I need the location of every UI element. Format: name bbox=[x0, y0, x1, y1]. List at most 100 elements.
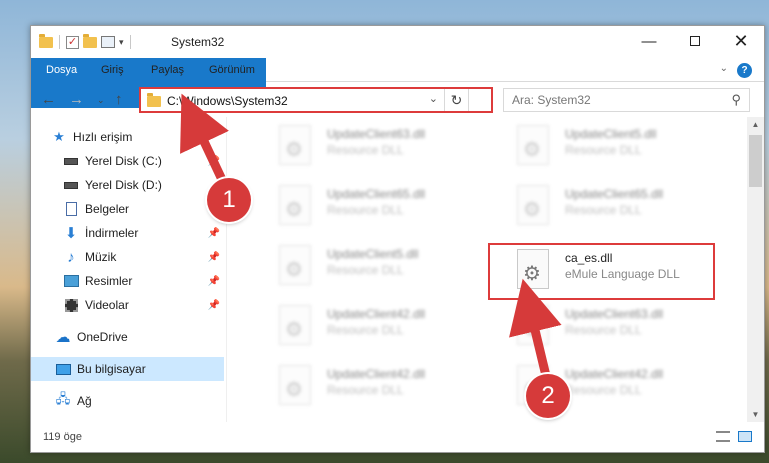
file-explorer-window: ✓ ▾ System32 — ✕ Dosya Giriş Paylaş Görü… bbox=[30, 25, 765, 453]
dll-file-icon: ⚙ bbox=[279, 365, 311, 405]
file-name: UpdateClient5.dll bbox=[327, 247, 419, 261]
close-icon: ✕ bbox=[733, 30, 749, 51]
qat-separator-2 bbox=[129, 35, 131, 49]
dll-file-icon: ⚙ bbox=[279, 125, 311, 165]
dll-file-icon: ⚙ bbox=[517, 305, 549, 345]
sidebar-item-downloads[interactable]: ⬇ İndirmeler 📌 bbox=[63, 221, 224, 245]
qat-separator bbox=[59, 35, 60, 49]
scroll-thumb[interactable] bbox=[749, 135, 762, 187]
pin-icon[interactable]: 📌 bbox=[208, 252, 220, 263]
sidebar-item-music[interactable]: ♪ Müzik 📌 bbox=[63, 245, 224, 269]
navigation-bar: ← → ⌄ ↑ C:\Windows\System32 ⌄ ↻ ⚲ bbox=[31, 83, 764, 117]
sidebar-item-onedrive[interactable]: ☁ OneDrive bbox=[55, 325, 224, 349]
title-bar: ✓ ▾ System32 — ✕ bbox=[31, 26, 764, 58]
file-name: UpdateClient42.dll bbox=[327, 367, 426, 381]
up-arrow-icon[interactable]: ↑ bbox=[115, 91, 123, 108]
details-view-icon[interactable] bbox=[716, 431, 730, 442]
navigation-pane: ★ Hızlı erişim Yerel Disk (C:) 📌 Yerel D… bbox=[31, 117, 226, 423]
file-type: Resource DLL bbox=[565, 323, 642, 337]
sidebar-item-this-pc[interactable]: Bu bilgisayar bbox=[31, 357, 224, 381]
search-input[interactable] bbox=[512, 90, 712, 110]
file-name: UpdateClient63.dll bbox=[565, 307, 664, 321]
address-highlight-box bbox=[139, 87, 493, 113]
music-icon: ♪ bbox=[67, 248, 75, 266]
file-name: UpdateClient63.dll bbox=[327, 127, 426, 141]
sidebar-item-disk-d[interactable]: Yerel Disk (D:) bbox=[63, 173, 224, 197]
dll-file-icon: ⚙ bbox=[517, 125, 549, 165]
computer-icon bbox=[55, 362, 71, 376]
vertical-scrollbar[interactable]: ▲ ▼ bbox=[747, 117, 764, 423]
large-icons-view-icon[interactable] bbox=[738, 431, 752, 442]
file-type: Resource DLL bbox=[327, 263, 404, 277]
minimize-icon: — bbox=[641, 32, 657, 50]
dll-file-icon: ⚙ bbox=[279, 305, 311, 345]
sidebar-item-videos[interactable]: Videolar 📌 bbox=[63, 293, 224, 317]
file-item[interactable]: ⚙ UpdateClient5.dll Resource DLL bbox=[257, 239, 492, 289]
file-item[interactable]: ⚙ UpdateClient65.dll Resource DLL bbox=[495, 179, 730, 229]
sidebar-item-label: Hızlı erişim bbox=[73, 130, 133, 144]
file-item[interactable]: ⚙ UpdateClient42.dll Resource DLL bbox=[257, 359, 492, 409]
videos-icon bbox=[63, 298, 79, 312]
file-type: Resource DLL bbox=[565, 203, 642, 217]
sidebar-item-label: Müzik bbox=[85, 250, 117, 264]
new-folder-icon[interactable] bbox=[83, 33, 97, 48]
qat-dropdown-icon[interactable]: ▾ bbox=[119, 37, 124, 48]
pin-icon[interactable]: 📌 bbox=[208, 300, 220, 311]
pin-icon[interactable]: 📌 bbox=[208, 228, 220, 239]
documents-icon bbox=[63, 202, 79, 216]
step-1-badge: 1 bbox=[207, 178, 251, 222]
sidebar-item-disk-c[interactable]: Yerel Disk (C:) 📌 bbox=[63, 149, 224, 173]
tab-share[interactable]: Paylaş bbox=[139, 58, 196, 82]
pin-icon[interactable]: 📌 bbox=[208, 156, 220, 167]
file-type: Resource DLL bbox=[565, 383, 642, 397]
drive-icon bbox=[63, 178, 79, 192]
file-item[interactable]: ⚙ UpdateClient63.dll Resource DLL bbox=[257, 119, 492, 169]
file-name: UpdateClient65.dll bbox=[565, 187, 664, 201]
window-title: System32 bbox=[171, 35, 225, 49]
search-icon[interactable]: ⚲ bbox=[731, 92, 741, 108]
help-icon[interactable]: ? bbox=[737, 63, 752, 78]
sidebar-item-label: Bu bilgisayar bbox=[77, 362, 146, 376]
sidebar-item-label: Yerel Disk (C:) bbox=[85, 154, 162, 168]
back-arrow-icon[interactable]: ← bbox=[41, 91, 56, 108]
file-item[interactable]: ⚙ UpdateClient63.dll Resource DLL bbox=[495, 299, 730, 349]
sidebar-item-quick-access[interactable]: ★ Hızlı erişim bbox=[51, 125, 224, 149]
sidebar-item-pictures[interactable]: Resimler 📌 bbox=[63, 269, 224, 293]
sidebar-item-documents[interactable]: Belgeler bbox=[63, 197, 224, 221]
sidebar-item-label: Resimler bbox=[85, 274, 133, 288]
file-type: Resource DLL bbox=[327, 143, 404, 157]
file-item[interactable]: ⚙ UpdateClient42.dll Resource DLL bbox=[257, 299, 492, 349]
ribbon-tabs: Dosya Giriş Paylaş Görünüm ⌄ ? bbox=[31, 58, 764, 108]
properties-check-icon[interactable]: ✓ bbox=[66, 35, 79, 49]
dll-file-icon: ⚙ bbox=[279, 245, 311, 285]
scroll-up-icon[interactable]: ▲ bbox=[747, 117, 764, 133]
sidebar-item-label: İndirmeler bbox=[85, 226, 139, 240]
step-2-badge: 2 bbox=[526, 374, 570, 418]
minimize-button[interactable]: — bbox=[626, 26, 672, 56]
close-button[interactable]: ✕ bbox=[718, 26, 764, 56]
recent-locations-icon[interactable]: ⌄ bbox=[97, 95, 105, 106]
item-count: 119 öge bbox=[43, 431, 82, 443]
maximize-button[interactable] bbox=[672, 26, 718, 56]
file-item[interactable]: ⚙ UpdateClient5.dll Resource DLL bbox=[495, 119, 730, 169]
file-name: UpdateClient5.dll bbox=[565, 127, 657, 141]
pin-icon[interactable]: 📌 bbox=[208, 276, 220, 287]
folder-icon bbox=[39, 33, 53, 48]
scroll-down-icon[interactable]: ▼ bbox=[747, 407, 764, 423]
sidebar-item-network[interactable]: 🖧 Ağ bbox=[55, 389, 224, 413]
sidebar-item-label: Ağ bbox=[77, 394, 92, 408]
dll-file-icon: ⚙ bbox=[517, 185, 549, 225]
download-icon: ⬇ bbox=[64, 225, 78, 242]
customize-qat-icon[interactable] bbox=[101, 36, 115, 48]
network-icon: 🖧 bbox=[55, 391, 71, 406]
forward-arrow-icon[interactable]: → bbox=[69, 91, 84, 108]
star-icon: ★ bbox=[53, 129, 65, 144]
ribbon-expand-icon[interactable]: ⌄ bbox=[720, 63, 728, 74]
file-type: Resource DLL bbox=[327, 203, 404, 217]
tab-home[interactable]: Giriş bbox=[89, 58, 136, 82]
search-box[interactable]: ⚲ bbox=[503, 88, 750, 112]
file-name: UpdateClient42.dll bbox=[565, 367, 664, 381]
tab-view[interactable]: Görünüm bbox=[197, 58, 267, 82]
view-switcher bbox=[716, 431, 752, 442]
file-item[interactable]: ⚙ UpdateClient65.dll Resource DLL bbox=[257, 179, 492, 229]
